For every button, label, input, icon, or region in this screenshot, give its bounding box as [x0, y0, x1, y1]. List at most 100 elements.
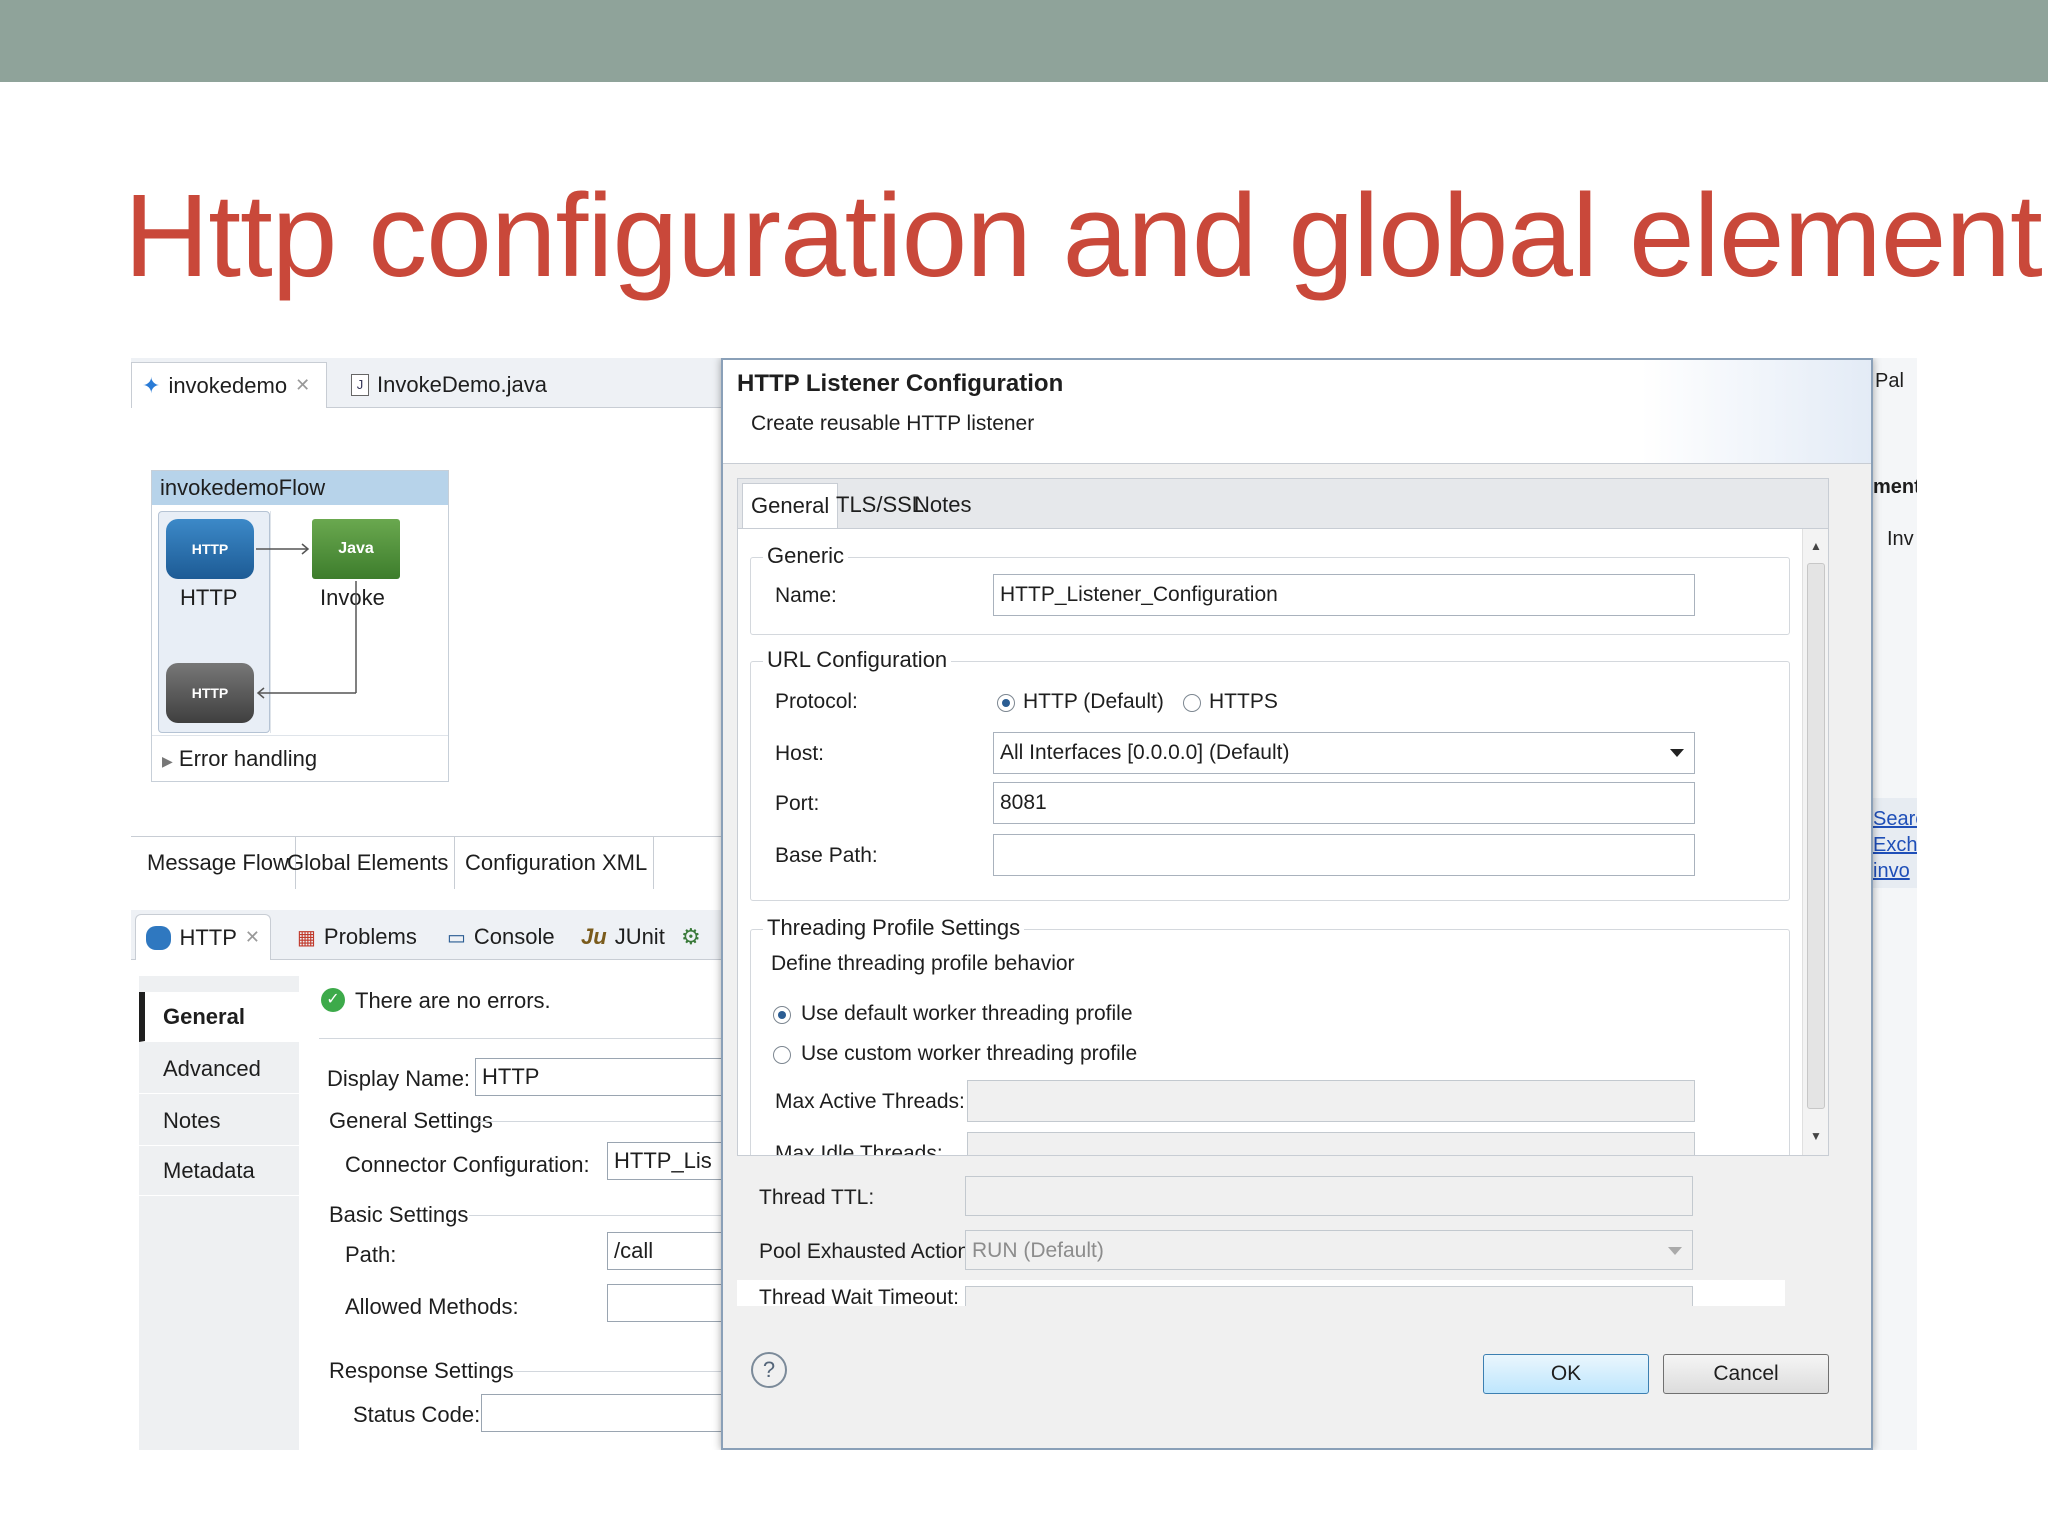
- palette-pane-partial: Pal ment Inv Searc Excha invo: [1873, 358, 1917, 1450]
- thread-ttl-input[interactable]: [965, 1176, 1693, 1216]
- port-input[interactable]: 8081: [993, 782, 1695, 824]
- generic-legend: Generic: [763, 543, 849, 569]
- problems-icon: ▦: [297, 926, 316, 949]
- link-exchange[interactable]: Excha: [1873, 834, 1917, 857]
- pool-exhausted-select[interactable]: RUN (Default): [965, 1230, 1693, 1270]
- dialog-header: HTTP Listener Configuration Create reusa…: [723, 360, 1871, 464]
- tab-general[interactable]: General: [742, 483, 839, 529]
- protocol-https-radio[interactable]: [1183, 694, 1201, 712]
- name-label: Name:: [775, 584, 837, 607]
- protocol-https-label: HTTPS: [1209, 690, 1278, 713]
- thread-wait-row-clip: Thread Wait Timeout:: [737, 1280, 1785, 1306]
- dialog-subtitle: Create reusable HTTP listener: [751, 412, 1035, 435]
- ok-button[interactable]: OK: [1483, 1354, 1649, 1394]
- screenshot: ✦ invokedemo ✕ J InvokeDemo.java invoked…: [131, 358, 1917, 1450]
- custom-threading-radio[interactable]: [773, 1046, 791, 1064]
- tab-label: Console: [473, 924, 555, 949]
- name-input[interactable]: HTTP_Listener_Configuration: [993, 574, 1695, 616]
- divider: [469, 1215, 729, 1216]
- host-value: All Interfaces [0.0.0.0] (Default): [1000, 741, 1290, 764]
- dialog-scrollbar[interactable]: ▲ ▼: [1802, 529, 1828, 1155]
- allowed-methods-label: Allowed Methods:: [345, 1294, 519, 1319]
- slide-top-bar: [0, 0, 2048, 82]
- scroll-down-icon[interactable]: ▼: [1810, 1129, 1822, 1143]
- tab-label: JUnit: [614, 924, 665, 949]
- tab-message-flow[interactable]: Message Flow: [141, 837, 296, 889]
- response-settings-heading: Response Settings: [329, 1358, 514, 1383]
- mule-icon: ✦: [142, 372, 161, 398]
- editor-tab-label: invokedemo: [168, 372, 288, 398]
- host-label: Host:: [775, 742, 825, 765]
- threading-group: Threading Profile Settings Define thread…: [750, 915, 1790, 1155]
- editor-tabbar: ✦ invokedemo ✕ J InvokeDemo.java: [131, 358, 721, 408]
- display-name-input[interactable]: HTTP: [475, 1058, 735, 1096]
- pane-heading: ment: [1873, 476, 1917, 498]
- editor-tab-invokedemo[interactable]: ✦ invokedemo ✕: [131, 362, 327, 408]
- protocol-http-radio[interactable]: [997, 694, 1015, 712]
- path-input[interactable]: /call: [607, 1232, 737, 1270]
- link-search[interactable]: Searc: [1873, 808, 1917, 831]
- default-threading-label: Use default worker threading profile: [801, 1002, 1133, 1025]
- tab-label: Problems: [323, 924, 417, 949]
- link-invoke[interactable]: invo: [1873, 860, 1910, 883]
- expand-triangle-icon: ▶: [162, 753, 173, 769]
- close-icon[interactable]: ✕: [295, 375, 310, 396]
- dialog-tabbar: General TLS/SSL Notes: [737, 478, 1829, 529]
- allowed-methods-input[interactable]: [607, 1284, 737, 1322]
- divider: [319, 1038, 721, 1039]
- url-config-group: URL Configuration Protocol: HTTP (Defaul…: [750, 647, 1790, 901]
- tab-console[interactable]: ▭ Console: [437, 914, 565, 960]
- tab-problems[interactable]: ▦ Problems: [287, 914, 427, 960]
- status-code-label: Status Code:: [353, 1402, 481, 1427]
- tab-global-elements[interactable]: Global Elements: [281, 837, 456, 889]
- check-icon: ✓: [321, 988, 345, 1012]
- default-threading-radio[interactable]: [773, 1006, 791, 1024]
- pool-exhausted-value: RUN (Default): [972, 1239, 1104, 1262]
- globe-icon: [146, 925, 172, 950]
- cancel-button[interactable]: Cancel: [1663, 1354, 1829, 1394]
- base-path-input[interactable]: [993, 834, 1695, 876]
- protocol-http-label: HTTP (Default): [1023, 690, 1164, 713]
- nav-notes[interactable]: Notes: [139, 1096, 299, 1146]
- pool-exhausted-label: Pool Exhausted Action:: [759, 1240, 975, 1263]
- port-label: Port:: [775, 792, 820, 815]
- divider: [479, 1121, 729, 1122]
- slide-title: Http configuration and global element: [124, 170, 2043, 302]
- http-response-icon[interactable]: HTTP: [166, 663, 254, 723]
- error-handling-row[interactable]: ▶ Error handling: [152, 735, 448, 783]
- generic-group: Generic Name: HTTP_Listener_Configuratio…: [750, 543, 1790, 635]
- properties-content: ✓ There are no errors. Display Name: HTT…: [319, 976, 741, 1450]
- max-active-input[interactable]: [967, 1080, 1695, 1122]
- tab-configuration-xml[interactable]: Configuration XML: [459, 837, 655, 889]
- http-listener-config-dialog: HTTP Listener Configuration Create reusa…: [721, 358, 1873, 1450]
- connector-config-label: Connector Configuration:: [345, 1152, 590, 1177]
- flow-canvas: invokedemoFlow HTTP HTTP Java Invoke HTT…: [151, 470, 449, 782]
- max-idle-input[interactable]: [967, 1132, 1695, 1155]
- tab-notes[interactable]: Notes: [906, 483, 979, 529]
- properties-tabbar: HTTP ✕ ▦ Problems ▭ Console Ju JUnit ⚙: [131, 910, 721, 960]
- tab-http-properties[interactable]: HTTP ✕: [135, 914, 271, 960]
- help-icon[interactable]: ?: [751, 1352, 787, 1388]
- basic-settings-heading: Basic Settings: [329, 1202, 469, 1227]
- scroll-thumb[interactable]: [1807, 563, 1825, 1109]
- max-active-label: Max Active Threads:: [775, 1090, 965, 1113]
- close-icon[interactable]: ✕: [245, 927, 260, 948]
- editor-tab-label: InvokeDemo.java: [377, 372, 547, 397]
- thread-wait-input[interactable]: [965, 1286, 1693, 1306]
- tab-junit[interactable]: Ju JUnit: [571, 914, 675, 960]
- host-select[interactable]: All Interfaces [0.0.0.0] (Default): [993, 732, 1695, 774]
- thread-ttl-row-label: Thread TTL:: [759, 1186, 875, 1209]
- chevron-down-icon: [1670, 749, 1684, 757]
- scroll-up-icon[interactable]: ▲: [1810, 539, 1822, 553]
- debug-gear-icon[interactable]: ⚙: [671, 914, 711, 960]
- dialog-general-panel: Generic Name: HTTP_Listener_Configuratio…: [737, 528, 1829, 1156]
- editor-bottom-tabs: Message Flow Global Elements Configurati…: [131, 836, 721, 889]
- editor-tab-java[interactable]: J InvokeDemo.java: [341, 362, 557, 408]
- nav-metadata[interactable]: Metadata: [139, 1146, 299, 1196]
- nav-advanced[interactable]: Advanced: [139, 1044, 299, 1094]
- connector-config-select[interactable]: HTTP_Lis: [607, 1142, 737, 1180]
- custom-threading-label: Use custom worker threading profile: [801, 1042, 1138, 1065]
- nav-general[interactable]: General: [139, 992, 299, 1042]
- status-code-input[interactable]: [481, 1394, 741, 1432]
- status-text: There are no errors.: [355, 988, 551, 1013]
